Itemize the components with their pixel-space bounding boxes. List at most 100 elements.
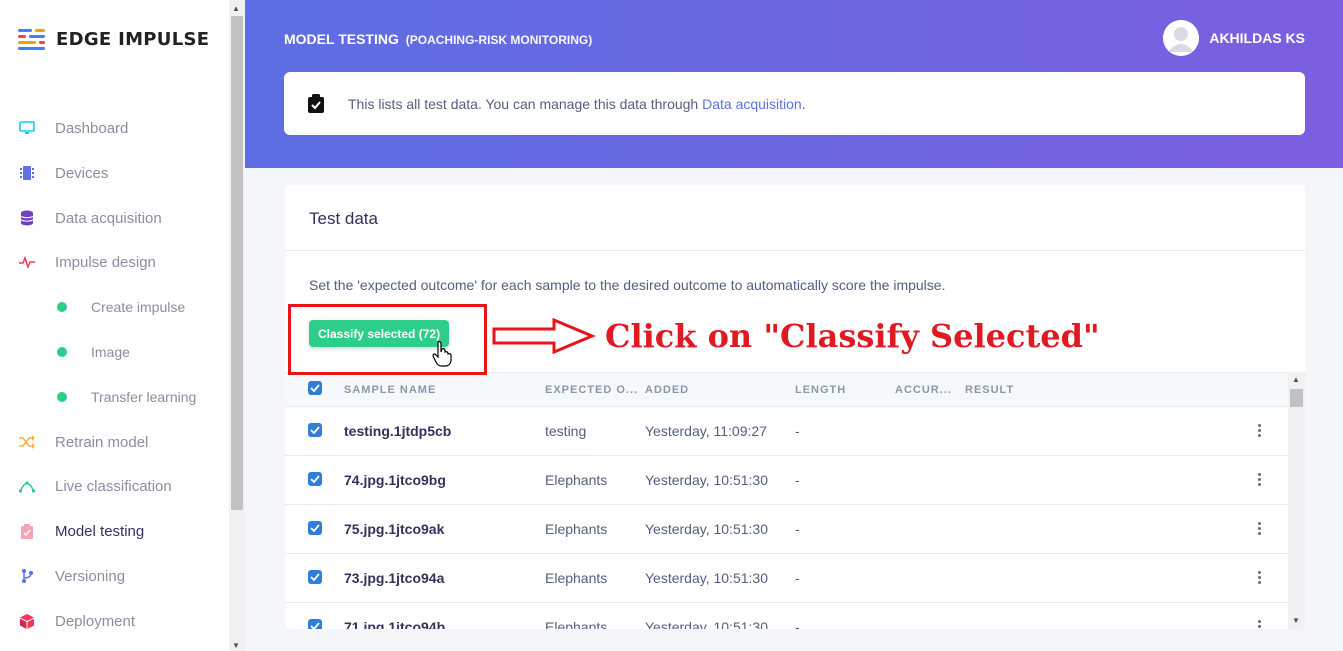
edge-impulse-logo-icon <box>18 29 45 50</box>
row-menu-icon[interactable] <box>1258 620 1261 629</box>
select-all-checkbox[interactable] <box>308 381 322 395</box>
row-menu-icon[interactable] <box>1258 424 1261 437</box>
info-suffix: . <box>801 95 806 112</box>
column-result[interactable]: RESULT <box>965 384 1014 396</box>
sidebar-item-label: Data acquisition <box>55 209 162 227</box>
sidebar-item-label: Versioning <box>55 567 126 585</box>
sidebar-item-label: Impulse design <box>55 253 156 271</box>
sidebar-item-model-testing[interactable]: Model testing <box>0 516 229 546</box>
scroll-up-icon[interactable]: ▲ <box>1292 375 1300 384</box>
sidebar-item-label: Dashboard <box>55 119 129 137</box>
curve-icon <box>18 477 36 495</box>
user-name: AKHILDAS KS <box>1209 30 1305 46</box>
annotation-highlight-box <box>288 304 487 375</box>
scroll-down-icon[interactable]: ▼ <box>232 641 240 650</box>
sample-name[interactable]: 74.jpg.1jtco9bg <box>344 472 446 488</box>
sidebar-item-transfer-learning[interactable]: Transfer learning <box>0 382 229 412</box>
avatar[interactable] <box>1163 20 1200 56</box>
column-sample-name[interactable]: SAMPLE NAME <box>344 384 436 396</box>
sidebar-item-versioning[interactable]: Versioning <box>0 561 229 591</box>
length: - <box>795 570 800 586</box>
sidebar-item-dashboard[interactable]: Dashboard <box>0 113 229 143</box>
column-length[interactable]: LENGTH <box>795 384 846 396</box>
card-description: Set the 'expected outcome' for each samp… <box>309 277 946 293</box>
divider <box>285 250 1305 251</box>
scrollbar-thumb[interactable] <box>1290 389 1303 407</box>
sidebar-scrollbar[interactable]: ▲ ▼ <box>229 0 245 651</box>
sidebar-item-label: Model testing <box>55 522 145 540</box>
check-icon <box>310 475 320 483</box>
added-date: Yesterday, 10:51:30 <box>645 570 768 586</box>
check-icon <box>310 426 320 434</box>
table-row[interactable]: 75.jpg.1jtco9ak Elephants Yesterday, 10:… <box>285 505 1288 554</box>
expected-outcome: Elephants <box>545 521 608 537</box>
length: - <box>795 472 800 488</box>
page-title: MODEL TESTING (POACHING-RISK MONITORING) <box>284 31 592 47</box>
brand-name: EDGE IMPULSE <box>56 28 210 50</box>
user-menu[interactable]: AKHILDAS KS <box>1163 20 1305 56</box>
sidebar-item-devices[interactable]: Devices <box>0 158 229 188</box>
sidebar-item-label: Retrain model <box>55 433 149 451</box>
expected-outcome: Elephants <box>545 619 608 629</box>
length: - <box>795 423 800 439</box>
user-icon <box>1163 20 1200 56</box>
table-header: SAMPLE NAME EXPECTED O... ADDED LENGTH A… <box>285 372 1288 407</box>
card-title: Test data <box>309 209 378 228</box>
row-checkbox[interactable] <box>308 472 322 486</box>
sample-name[interactable]: 75.jpg.1jtco9ak <box>344 521 444 537</box>
sidebar-item-live-classification[interactable]: Live classification <box>0 471 229 501</box>
expected-outcome: Elephants <box>545 472 608 488</box>
check-icon <box>310 622 320 629</box>
sidebar-item-data-acquisition[interactable]: Data acquisition <box>0 203 229 233</box>
status-dot-icon <box>57 392 67 402</box>
sample-name[interactable]: 71.jpg.1jtco94b <box>344 619 445 629</box>
scrollbar-thumb[interactable] <box>231 16 243 510</box>
sidebar-item-label: Live classification <box>55 477 172 495</box>
sidebar-item-retrain-model[interactable]: Retrain model <box>0 427 229 457</box>
check-icon <box>310 384 320 392</box>
brand-logo[interactable]: EDGE IMPULSE <box>18 28 209 50</box>
sidebar-item-label: Deployment <box>55 612 136 630</box>
cube-icon <box>18 612 36 630</box>
sidebar: EDGE IMPULSE Dashboard Devices Data acqu… <box>0 0 229 651</box>
length: - <box>795 619 800 629</box>
sidebar-item-image[interactable]: Image <box>0 337 229 367</box>
row-menu-icon[interactable] <box>1258 571 1261 584</box>
annotation-text: Click on "Classify Selected" <box>605 317 1100 355</box>
page-title-text: MODEL TESTING <box>284 31 399 47</box>
sidebar-item-impulse-design[interactable]: Impulse design <box>0 247 229 277</box>
check-icon <box>310 524 320 532</box>
sidebar-item-create-impulse[interactable]: Create impulse <box>0 292 229 322</box>
table-row[interactable]: testing.1jtdp5cb testing Yesterday, 11:0… <box>285 407 1288 456</box>
row-menu-icon[interactable] <box>1258 473 1261 486</box>
table-scrollbar[interactable]: ▲ ▼ <box>1288 372 1305 629</box>
page-header: MODEL TESTING (POACHING-RISK MONITORING)… <box>245 0 1343 168</box>
sample-name[interactable]: testing.1jtdp5cb <box>344 423 451 439</box>
sidebar-item-label: Create impulse <box>91 299 186 315</box>
added-date: Yesterday, 11:09:27 <box>645 423 767 439</box>
scroll-up-icon[interactable]: ▲ <box>232 4 240 13</box>
pulse-icon <box>18 253 36 271</box>
test-data-card: Test data Set the 'expected outcome' for… <box>285 185 1305 629</box>
hand-cursor-icon <box>432 341 452 367</box>
table-row[interactable]: 71.jpg.1jtco94b Elephants Yesterday, 10:… <box>285 603 1288 629</box>
sidebar-item-deployment[interactable]: Deployment <box>0 606 229 636</box>
row-checkbox[interactable] <box>308 423 322 437</box>
row-menu-icon[interactable] <box>1258 522 1261 535</box>
row-checkbox[interactable] <box>308 570 322 584</box>
sample-name[interactable]: 73.jpg.1jtco94a <box>344 570 444 586</box>
sidebar-item-label: Devices <box>55 164 109 182</box>
column-added[interactable]: ADDED <box>645 384 689 396</box>
clipboard-check-icon <box>308 94 324 116</box>
row-checkbox[interactable] <box>308 521 322 535</box>
column-accuracy[interactable]: ACCUR... <box>895 384 952 396</box>
table-row[interactable]: 73.jpg.1jtco94a Elephants Yesterday, 10:… <box>285 554 1288 603</box>
table-row[interactable]: 74.jpg.1jtco9bg Elephants Yesterday, 10:… <box>285 456 1288 505</box>
data-acquisition-link[interactable]: Data acquisition <box>702 96 802 112</box>
column-expected-outcome[interactable]: EXPECTED O... <box>545 384 638 396</box>
check-icon <box>310 573 320 581</box>
row-checkbox[interactable] <box>308 619 322 629</box>
scroll-down-icon[interactable]: ▼ <box>1292 616 1300 625</box>
added-date: Yesterday, 10:51:30 <box>645 521 768 537</box>
added-date: Yesterday, 10:51:30 <box>645 472 768 488</box>
